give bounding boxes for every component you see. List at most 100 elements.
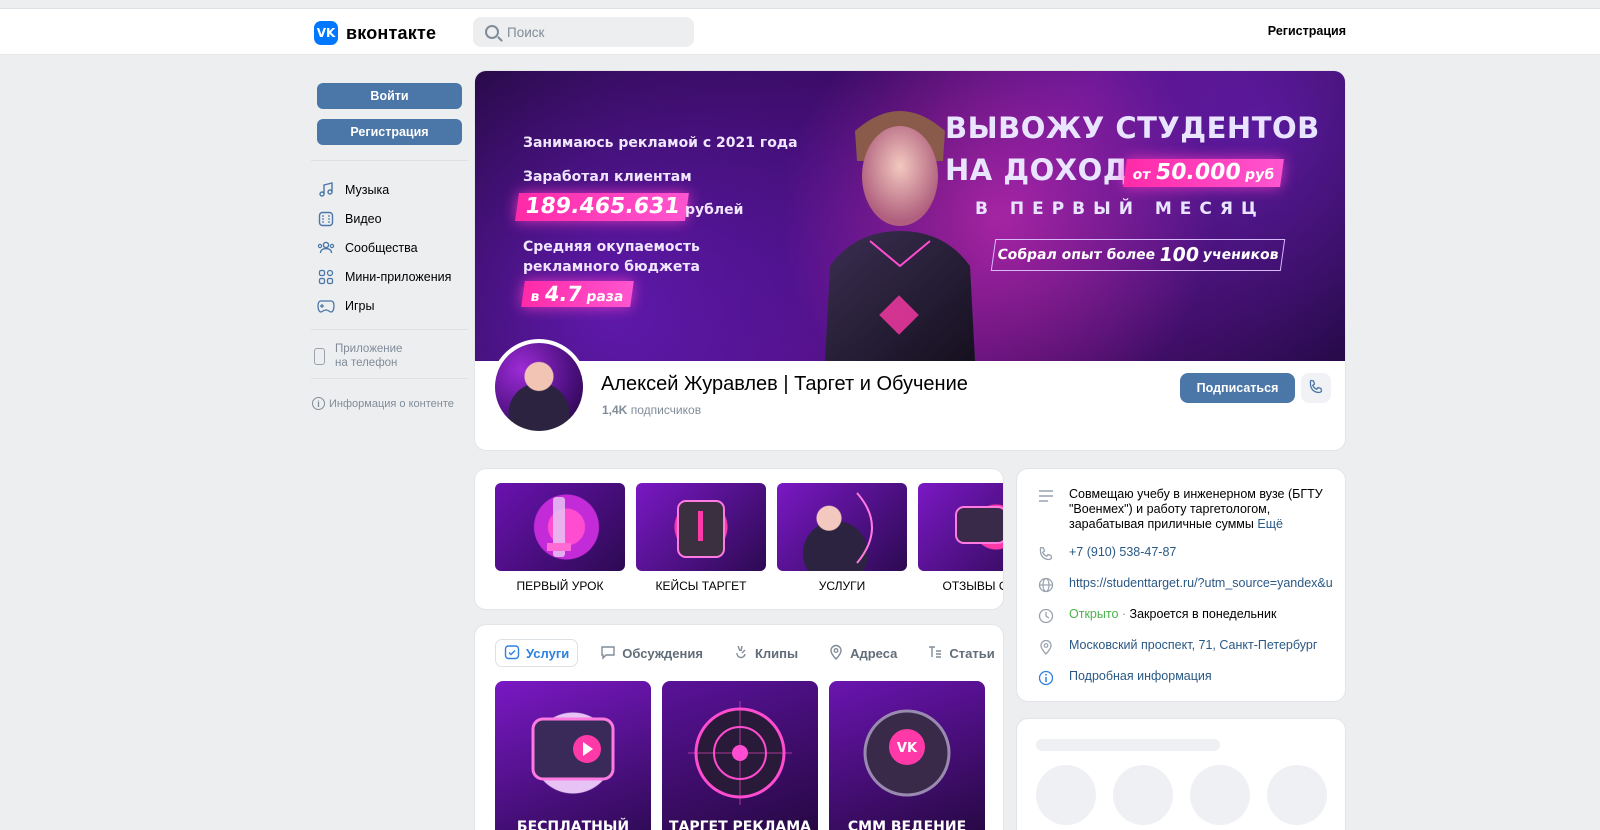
tab-label: Адреса (850, 645, 898, 661)
cover-earned-unit: рублей (685, 202, 744, 218)
details-link[interactable]: Подробная информация (1069, 669, 1212, 683)
address-link[interactable]: Московский проспект, 71, Санкт-Петербург (1069, 638, 1317, 652)
description-row: Совмещаю учебу в инженерном вузе (БГТУ "… (1037, 487, 1339, 532)
status-close: Закроется в понедельник (1129, 607, 1277, 621)
skeleton-avatar (1113, 765, 1173, 825)
cover-text-roi-1: Средняя окупаемость (523, 239, 700, 255)
info-card: Совмещаю учебу в инженерном вузе (БГТУ "… (1016, 468, 1346, 702)
mini-apps-icon (317, 268, 335, 286)
cover-income-box: от 50.000 руб (1123, 159, 1285, 187)
loading-card (1016, 718, 1346, 830)
cover-text-since: Занимаюсь рекламой с 2021 года (523, 135, 798, 151)
hours-row: Открыто · Закроется в понедельник (1037, 607, 1276, 625)
service-image-free (531, 717, 615, 781)
search-input[interactable]: Поиск (473, 17, 694, 47)
clips-icon (733, 644, 749, 663)
highlight-item[interactable]: ПЕРВЫЙ УРОК (495, 483, 625, 593)
content-info-link[interactable]: i Информация о контенте (312, 397, 454, 410)
service-title: ТАРГЕТ РЕКЛАМА (668, 819, 812, 830)
tab-addresses[interactable]: Адреса (820, 639, 905, 667)
location-pin-icon (1037, 638, 1055, 656)
sidebar-item-label: Сообщества (345, 240, 418, 255)
avatar[interactable] (491, 339, 587, 435)
sidebar-divider (311, 378, 468, 379)
sidebar-item-mini-apps[interactable]: Мини-приложения (317, 262, 451, 291)
group-description: Совмещаю учебу в инженерном вузе (БГТУ "… (1069, 487, 1323, 531)
location-pin-icon (828, 644, 844, 663)
games-icon (317, 297, 335, 315)
website-row: https://studenttarget.ru/?utm_source=yan… (1037, 576, 1337, 594)
cover-earned-value: 189.465.631 (515, 193, 690, 221)
mobile-app-link[interactable]: Приложение на телефон (314, 342, 402, 370)
phone-icon (314, 347, 325, 365)
highlight-item[interactable]: КЕЙСЫ ТАРГЕТ (636, 483, 766, 593)
highlight-item[interactable]: ОТЗЫВЫ ОБУ (918, 483, 1003, 593)
comment-icon (600, 644, 616, 663)
tab-articles[interactable]: Статьи (919, 639, 1002, 667)
highlights-card: ПЕРВЫЙ УРОК КЕЙСЫ ТАРГЕТ УСЛУГИ ОТЗЫВЫ О… (474, 468, 1004, 610)
sidebar-item-label: Игры (345, 298, 375, 313)
experience-value: 100 (1157, 244, 1201, 266)
highlight-image-first-lesson (495, 483, 625, 571)
roi-value: 4.7 (543, 282, 584, 306)
service-item[interactable]: БЕСПЛАТНЫЙ (495, 681, 651, 830)
tab-label: Обсуждения (622, 645, 703, 661)
highlight-label: КЕЙСЫ ТАРГЕТ (655, 579, 747, 593)
call-button[interactable] (1301, 373, 1331, 403)
service-image-target (688, 701, 792, 805)
content-info-label: Информация о контенте (329, 397, 454, 410)
clock-icon (1037, 607, 1055, 625)
sidebar-nav: Музыка Видео Сообщества Мини-приложения … (317, 175, 451, 320)
globe-icon (1037, 576, 1055, 594)
service-title: БЕСПЛАТНЫЙ (516, 819, 630, 830)
phone-number[interactable]: +7 (910) 538-47-87 (1069, 545, 1176, 559)
skeleton-avatar (1267, 765, 1327, 825)
highlight-image-cases (636, 483, 766, 571)
sidebar-item-communities[interactable]: Сообщества (317, 233, 451, 262)
sidebar-item-music[interactable]: Музыка (317, 175, 451, 204)
details-row: Подробная информация (1037, 669, 1212, 687)
svg-text:VK: VK (897, 741, 918, 756)
phone-call-icon (1308, 379, 1324, 398)
cover-experience-box: Собрал опыт более 100 учеников (990, 239, 1286, 271)
tab-discussions[interactable]: Обсуждения (592, 639, 711, 667)
register-button[interactable]: Регистрация (317, 119, 462, 145)
income-value: 50.000 (1153, 160, 1243, 185)
highlight-image-services (777, 483, 907, 571)
cover-text-roi-2: рекламного бюджета (523, 259, 700, 275)
service-item[interactable]: ТАРГЕТ РЕКЛАМА (662, 681, 818, 830)
header-register-link[interactable]: Регистрация (1268, 24, 1346, 38)
profile-card: Занимаюсь рекламой с 2021 года Заработал… (474, 70, 1346, 451)
login-button[interactable]: Войти (317, 83, 462, 109)
app-link-line2: на телефон (335, 357, 398, 369)
income-suffix: руб (1243, 167, 1276, 183)
highlight-label: ПЕРВЫЙ УРОК (516, 579, 604, 593)
browser-top-strip (0, 0, 1600, 9)
sidebar-item-video[interactable]: Видео (317, 204, 451, 233)
more-link[interactable]: Ещё (1257, 517, 1283, 531)
subscribers-count[interactable]: 1,4K подписчиков (602, 403, 701, 417)
subscribers-label: подписчиков (630, 403, 702, 417)
tab-clips[interactable]: Клипы (725, 639, 806, 667)
tab-services[interactable]: Услуги (495, 639, 579, 667)
experience-prefix: Собрал опыт более (996, 247, 1157, 263)
search-placeholder: Поиск (507, 24, 545, 40)
experience-suffix: учеников (1201, 247, 1280, 263)
sidebar-item-label: Музыка (345, 182, 390, 197)
search-icon (485, 25, 499, 39)
service-item[interactable]: VK СММ ВЕДЕНИЕ (829, 681, 985, 830)
highlight-item[interactable]: УСЛУГИ (777, 483, 907, 593)
highlight-image-reviews (918, 483, 1003, 571)
cover-headline-2: НА ДОХОД (945, 153, 1130, 187)
tab-label: Клипы (754, 645, 799, 661)
cover-roi-box: в 4.7 раза (521, 281, 634, 307)
profile-name: Алексей Журавлев | Таргет и Обучение (601, 373, 968, 395)
description-icon (1037, 487, 1055, 505)
subscribers-number: 1,4K (602, 403, 628, 417)
subscribe-button[interactable]: Подписаться (1180, 373, 1295, 403)
services-check-icon (504, 644, 520, 663)
skeleton-avatar (1036, 765, 1096, 825)
vk-logo[interactable]: VK вконтакте (314, 21, 436, 45)
website-link[interactable]: https://studenttarget.ru/?utm_source=yan… (1069, 576, 1337, 590)
sidebar-item-games[interactable]: Игры (317, 291, 451, 320)
